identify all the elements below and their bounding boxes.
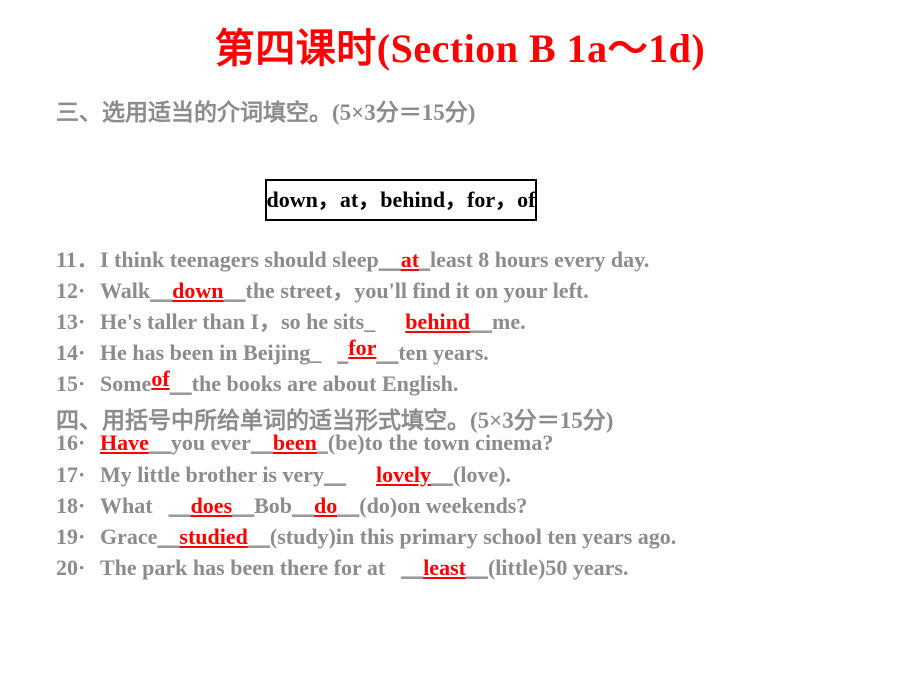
- blank-trail: __: [470, 309, 493, 334]
- question-text-pre: He's taller than I，so he sits_: [100, 309, 376, 334]
- question-number: 16·: [56, 430, 86, 455]
- question-text-pre: What: [100, 493, 153, 518]
- blank-trail: __: [376, 340, 399, 365]
- question-text-post: (little)50 years.: [487, 555, 629, 580]
- question-row-11: 11．I think teenagers should sleep__at_le…: [56, 249, 649, 271]
- answer-text: down: [172, 278, 224, 303]
- question-text-post: the books are about English.: [191, 371, 459, 396]
- question-text-post: the street，you'll find it on your left.: [245, 278, 589, 303]
- answer-text: of: [151, 366, 170, 391]
- blank-lead: __: [401, 555, 424, 580]
- question-text-mid: Bob: [254, 493, 293, 518]
- answer-text: at: [400, 247, 420, 272]
- question-text-pre: Some: [100, 371, 152, 396]
- question-row-17: 17· My little brother is very__ lovely__(l…: [56, 464, 511, 486]
- section-heading-three: 三、选用适当的介词填空。(5×3分＝15分): [56, 93, 475, 127]
- question-text-post: least 8 hours every day.: [430, 247, 650, 272]
- question-row-14: 14· He has been in Beijing_ _for__ten year…: [56, 337, 489, 365]
- answer-text: for: [348, 335, 377, 360]
- blank-lead-2: __: [250, 430, 273, 455]
- blank-lead: __: [150, 278, 173, 303]
- blank-trail: __: [247, 524, 270, 549]
- word-bank-box: down，at，behind，for，of: [265, 179, 537, 221]
- blank-trail: __: [431, 462, 454, 487]
- question-text-post: me.: [492, 309, 526, 334]
- answer-text: lovely: [376, 462, 432, 487]
- question-row-12: 12· Walk__down__the street，you'll find it…: [56, 280, 589, 302]
- question-number: 11．: [56, 247, 99, 272]
- question-text-post: (study)in this primary school ten years …: [269, 524, 677, 549]
- slide-canvas: 第四课时(Section B 1a～1d) 三、选用适当的介词填空。(5×3分＝…: [0, 0, 920, 690]
- question-text-post: (be)to the town cinema?: [327, 430, 554, 455]
- blank-trail: _: [419, 247, 431, 272]
- question-text-post: (love).: [453, 462, 512, 487]
- question-row-16: 16· Have__you ever__been_(be)to the town …: [56, 432, 553, 454]
- answer-text: studied: [179, 524, 248, 549]
- question-text-pre: My little brother is very: [100, 462, 325, 487]
- question-text-post: ten years.: [398, 340, 489, 365]
- question-text-pre: The park has been there for at: [100, 555, 386, 580]
- blank-lead: __: [168, 493, 191, 518]
- question-text-pre: Walk: [100, 278, 151, 303]
- blank-trail-2: __: [337, 493, 360, 518]
- question-text-pre: I think teenagers should sleep: [100, 247, 379, 272]
- question-text-pre: Grace: [100, 524, 158, 549]
- blank-lead-2: __: [292, 493, 315, 518]
- blank-trail: __: [465, 555, 488, 580]
- answer-text-2: been: [272, 430, 317, 455]
- section-three-score: (5×3分＝15分): [332, 100, 476, 125]
- blank-lead: __: [378, 247, 401, 272]
- question-number: 20·: [56, 555, 86, 580]
- question-text-post: (do)on weekends?: [359, 493, 528, 518]
- section-three-text: 三、选用适当的介词填空。: [56, 100, 332, 126]
- blank-lead: __: [324, 462, 347, 487]
- blank-trail: __: [232, 493, 255, 518]
- question-number: 12·: [56, 278, 86, 303]
- answer-text: least: [423, 555, 466, 580]
- blank-trail: __: [148, 430, 171, 455]
- blank-lead: __: [157, 524, 180, 549]
- blank-lead: _: [337, 340, 349, 365]
- question-row-19: 19· Grace__studied__(study)in this primar…: [56, 526, 676, 548]
- question-text-pre: He has been in Beijing_: [100, 340, 322, 365]
- answer-text: does: [190, 493, 233, 518]
- answer-text: behind: [405, 309, 471, 334]
- question-number: 15·: [56, 371, 86, 396]
- question-number: 18·: [56, 493, 86, 518]
- question-number: 19·: [56, 524, 86, 549]
- question-text-mid: you ever: [170, 430, 251, 455]
- answer-text-2: do: [314, 493, 338, 518]
- blank-trail-2: _: [316, 430, 328, 455]
- question-number: 14·: [56, 340, 86, 365]
- question-number: 13·: [56, 309, 86, 334]
- blank-trail: __: [223, 278, 246, 303]
- question-row-18: 18· What __does__Bob__do__(do)on weekends?: [56, 495, 527, 517]
- slide-title: 第四课时(Section B 1a～1d): [214, 26, 706, 71]
- answer-text: Have: [100, 430, 149, 455]
- question-row-20: 20· The park has been there for at __least…: [56, 557, 628, 579]
- question-number: 17·: [56, 462, 86, 487]
- blank-trail: __: [169, 371, 192, 396]
- word-bank-text: down，at，behind，for，of: [266, 187, 536, 212]
- question-row-13: 13· He's taller than I，so he sits_ behind_…: [56, 311, 526, 333]
- question-row-15: 15· Someof__the books are about English.: [56, 368, 459, 396]
